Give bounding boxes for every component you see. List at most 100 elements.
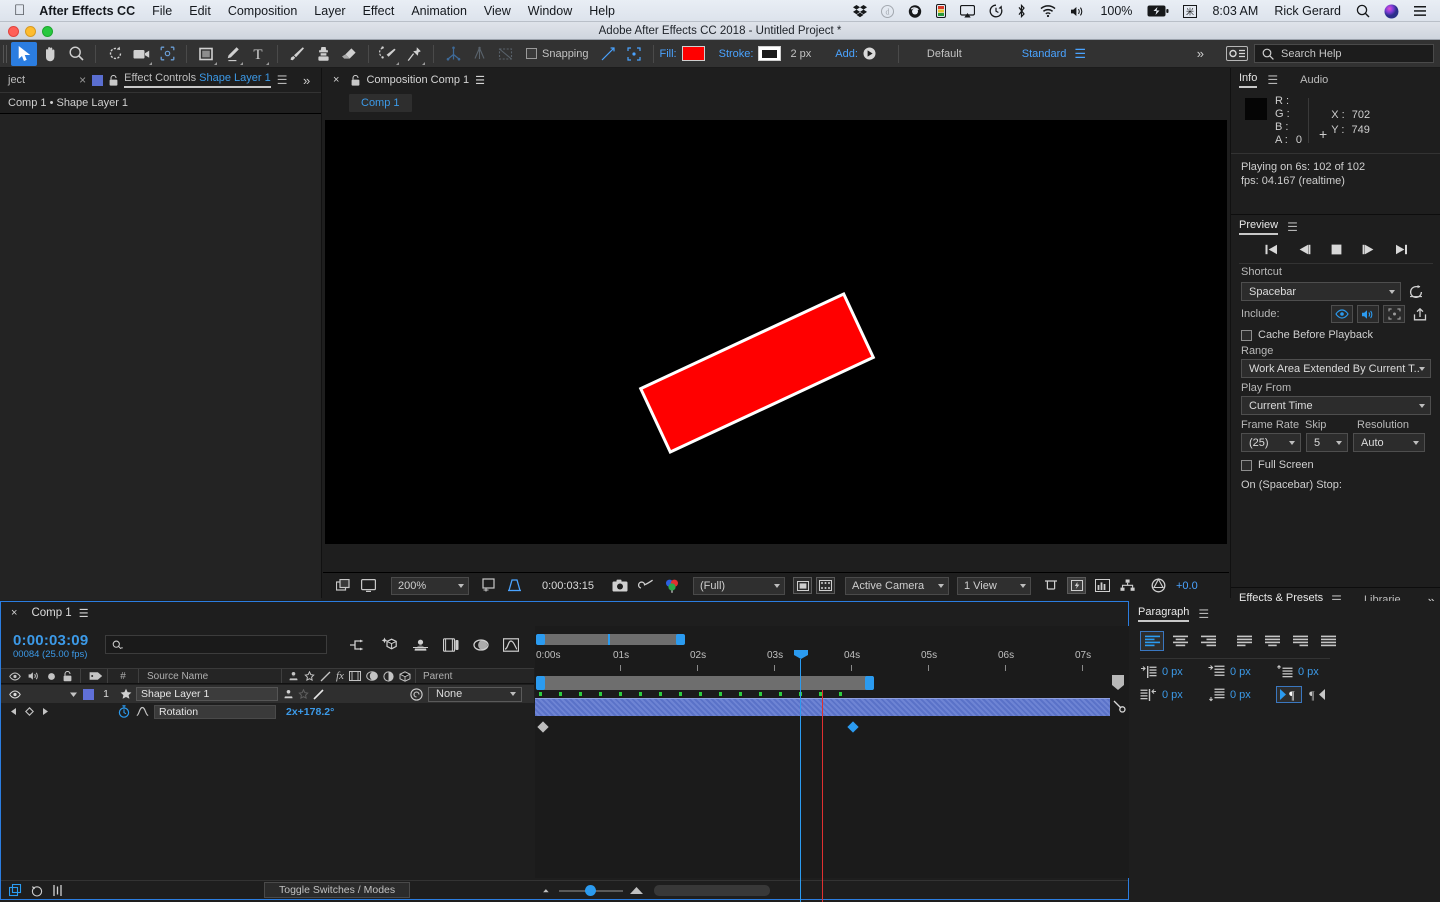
draft-3d-icon[interactable] xyxy=(380,637,398,652)
3d-layer-icon[interactable] xyxy=(399,670,411,682)
zoom-level-select[interactable]: 200% xyxy=(391,576,469,595)
notification-center-icon[interactable] xyxy=(1413,5,1427,17)
align-center-button[interactable] xyxy=(1168,631,1192,651)
time-navigator-end-knob[interactable] xyxy=(676,634,685,645)
lock-icon[interactable] xyxy=(63,670,72,682)
solo-icon[interactable] xyxy=(47,672,56,681)
workspace-settings-icon[interactable] xyxy=(1226,46,1248,61)
stroke-width-value[interactable]: 2 px xyxy=(790,48,811,60)
layer-expand-triangle[interactable] xyxy=(69,690,78,699)
close-tab-icon[interactable]: × xyxy=(11,607,17,619)
current-time-display[interactable]: 0:00:03:09 xyxy=(13,632,96,649)
menu-file[interactable]: File xyxy=(152,4,172,18)
layer-shy-toggle[interactable] xyxy=(283,689,294,699)
frame-blending-icon[interactable] xyxy=(443,637,459,652)
stopwatch-icon[interactable] xyxy=(118,705,130,718)
keyframe-marker[interactable] xyxy=(847,721,859,733)
comp-flowchart-icon[interactable] xyxy=(1115,577,1140,595)
fill-label[interactable]: Fill: xyxy=(660,48,677,60)
time-ruler[interactable]: 0:00s 01s 02s 03s 04s 05s 06s 07s xyxy=(535,650,1129,674)
tab-info[interactable]: Info xyxy=(1239,72,1258,88)
snapping-anchor-icon[interactable] xyxy=(440,42,466,66)
camera-select[interactable]: Active Camera xyxy=(845,576,949,595)
parent-select[interactable]: None xyxy=(428,686,522,702)
zoom-out-timeline-icon[interactable] xyxy=(540,886,553,894)
toggle-switches-modes-button[interactable]: Toggle Switches / Modes xyxy=(264,882,411,898)
rectangle-tool[interactable] xyxy=(193,42,219,66)
chevron-double-right-icon[interactable]: » xyxy=(1197,46,1204,61)
dictation-icon[interactable]: d xyxy=(881,4,895,18)
close-tab-icon[interactable]: × xyxy=(79,73,86,87)
layer-video-toggle[interactable] xyxy=(9,689,21,699)
pen-tool[interactable] xyxy=(219,42,245,66)
panel-menu-icon[interactable]: ☰ xyxy=(1198,607,1209,621)
align-right-button[interactable] xyxy=(1196,631,1220,651)
resolution-select[interactable]: Auto xyxy=(1353,433,1425,452)
timeline-zoom-slider[interactable] xyxy=(559,884,624,896)
siri-icon[interactable] xyxy=(1384,4,1399,19)
spotlight-search-icon[interactable] xyxy=(1356,4,1370,18)
justify-last-left-button[interactable] xyxy=(1232,631,1256,651)
stroke-label[interactable]: Stroke: xyxy=(719,48,754,60)
workspace-default[interactable]: Default xyxy=(927,48,962,60)
timeline-search-input[interactable] xyxy=(105,635,327,654)
tab-paragraph[interactable]: Paragraph xyxy=(1138,606,1190,622)
effects-fx-icon[interactable]: fx xyxy=(336,670,344,682)
menu-view[interactable]: View xyxy=(484,4,511,18)
battery-monitor-icon[interactable] xyxy=(936,4,947,18)
time-navigator-bar[interactable] xyxy=(537,634,683,645)
timemachine-icon[interactable] xyxy=(989,4,1003,18)
airplay-icon[interactable] xyxy=(960,4,976,18)
panel-menu-icon[interactable]: ☰ xyxy=(475,74,485,87)
creative-cloud-icon[interactable] xyxy=(908,4,922,18)
region-of-interest-icon[interactable] xyxy=(477,577,502,595)
effect-controls-title[interactable]: Effect Controls Shape Layer 1 xyxy=(124,72,271,88)
pan-behind-tool[interactable] xyxy=(154,42,180,66)
tab-audio[interactable]: Audio xyxy=(1300,74,1328,86)
hand-tool[interactable] xyxy=(37,42,63,66)
dropbox-icon[interactable] xyxy=(853,4,868,18)
timeline-graph-area[interactable]: 0:00s 01s 02s 03s 04s 05s 06s 07s xyxy=(535,626,1129,902)
range-select[interactable]: Work Area Extended By Current T... xyxy=(1241,359,1431,378)
graph-editor-icon[interactable] xyxy=(503,637,519,652)
snap-align-icon[interactable] xyxy=(595,42,621,66)
tab-preview[interactable]: Preview xyxy=(1239,219,1279,235)
roto-brush-tool[interactable] xyxy=(375,42,401,66)
cache-before-playback-checkbox[interactable] xyxy=(1241,329,1252,341)
menu-edit[interactable]: Edit xyxy=(189,4,211,18)
label-icon[interactable] xyxy=(89,671,103,681)
next-frame-icon[interactable] xyxy=(1357,244,1380,255)
clock-time[interactable]: 8:03 AM xyxy=(1212,4,1258,18)
shortcut-select[interactable]: Spacebar xyxy=(1241,282,1401,301)
last-frame-icon[interactable] xyxy=(1390,244,1413,255)
left-to-right-icon[interactable]: ¶ xyxy=(1276,686,1302,703)
play-from-select[interactable]: Current Time xyxy=(1241,396,1431,415)
previous-keyframe-icon[interactable] xyxy=(9,707,18,716)
work-area-bar[interactable] xyxy=(537,676,873,690)
frame-blend-icon[interactable] xyxy=(348,671,361,681)
input-source-icon[interactable]: 米 xyxy=(1183,4,1198,18)
user-name[interactable]: Rick Gerard xyxy=(1274,4,1341,18)
panel-menu-icon[interactable]: ☰ xyxy=(1267,73,1278,87)
close-tab-icon[interactable]: × xyxy=(333,74,339,86)
menu-app-name[interactable]: After Effects CC xyxy=(39,4,135,18)
close-window-button[interactable] xyxy=(8,26,19,37)
stop-icon[interactable] xyxy=(1326,244,1347,255)
quality-icon[interactable] xyxy=(320,671,331,682)
minimize-window-button[interactable] xyxy=(25,26,36,37)
overlays-icon[interactable] xyxy=(1383,305,1405,323)
layer-label-color[interactable] xyxy=(83,688,94,700)
keyframe-marker[interactable] xyxy=(537,721,549,733)
chevron-double-right-icon[interactable]: » xyxy=(303,73,310,88)
clone-stamp-tool[interactable] xyxy=(310,42,336,66)
property-value[interactable]: 2x+178.2° xyxy=(286,706,334,718)
menu-effect[interactable]: Effect xyxy=(363,4,395,18)
puppet-pin-tool[interactable] xyxy=(401,42,427,66)
add-menu-icon[interactable] xyxy=(863,47,876,60)
channel-icon[interactable] xyxy=(659,577,685,595)
comp-flowchart-icon[interactable] xyxy=(9,883,22,897)
work-area-end-knob[interactable] xyxy=(865,676,874,690)
guide-icon[interactable] xyxy=(816,577,835,594)
property-row-rotation[interactable]: Rotation 2x+178.2° xyxy=(1,703,534,720)
menu-help[interactable]: Help xyxy=(589,4,615,18)
